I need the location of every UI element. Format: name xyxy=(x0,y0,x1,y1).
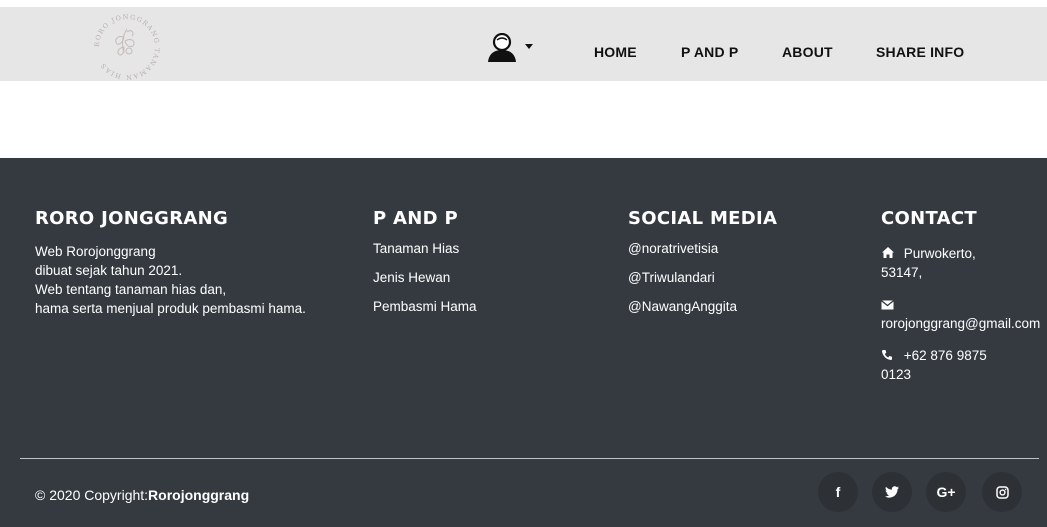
nav-share-info[interactable]: SHARE INFO xyxy=(876,44,964,60)
address-line: Purwokerto, xyxy=(903,246,976,261)
chevron-down-icon xyxy=(525,44,533,49)
address-line: 53147, xyxy=(881,265,923,280)
google-plus-button[interactable]: G+ xyxy=(926,472,966,512)
brand-logo[interactable]: RORO JONGGRANG TANAMAN HIAS xyxy=(87,7,167,85)
link-social-1[interactable]: @noratrivetisia xyxy=(628,241,777,256)
svg-text:RORO JONGGRANG TANAMAN HIAS: RORO JONGGRANG TANAMAN HIAS xyxy=(93,13,161,81)
about-line: dibuat sejak tahun 2021. xyxy=(35,263,183,278)
phone-icon xyxy=(882,350,892,360)
link-social-2[interactable]: @Triwulandari xyxy=(628,270,777,285)
nav-p-and-p[interactable]: P AND P xyxy=(681,44,738,60)
envelope-icon xyxy=(881,300,894,310)
copyright-brand[interactable]: Rorojonggrang xyxy=(148,487,249,503)
contact-email: rorojonggrang@gmail.com xyxy=(881,295,1040,333)
footer-about: RORO JONGGRANG Web Rorojonggrang dibuat … xyxy=(35,208,306,318)
footer-about-text: Web Rorojonggrang dibuat sejak tahun 202… xyxy=(35,242,306,318)
footer-pandp: P AND P Tanaman Hias Jenis Hewan Pembasm… xyxy=(373,208,477,328)
home-icon xyxy=(882,247,894,258)
footer-divider xyxy=(20,458,1039,459)
link-jenis-hewan[interactable]: Jenis Hewan xyxy=(373,270,477,285)
footer-about-title: RORO JONGGRANG xyxy=(35,208,229,229)
user-avatar-icon xyxy=(488,32,533,62)
twitter-button[interactable] xyxy=(872,472,912,512)
about-line: Web Rorojonggrang xyxy=(35,244,156,259)
nav-home[interactable]: HOME xyxy=(594,44,637,60)
contact-phone: +62 876 9875 0123 xyxy=(881,346,1040,384)
navbar: RORO JONGGRANG TANAMAN HIAS HOME P AND P… xyxy=(0,7,1047,81)
footer-contact-title: CONTACT xyxy=(881,208,977,229)
footer: RORO JONGGRANG Web Rorojonggrang dibuat … xyxy=(0,158,1047,527)
footer-social-title: SOCIAL MEDIA xyxy=(628,208,778,229)
footer-pandp-title: P AND P xyxy=(373,208,458,229)
google-plus-icon: G+ xyxy=(936,484,956,500)
twitter-icon xyxy=(885,486,899,498)
copyright-prefix: © 2020 Copyright: xyxy=(35,487,149,503)
about-line: Web tentang tanaman hias dan, xyxy=(35,282,227,297)
user-menu-dropdown[interactable] xyxy=(487,32,537,69)
phone-number: 0123 xyxy=(881,367,912,382)
facebook-icon: f xyxy=(835,484,841,500)
nav-about[interactable]: ABOUT xyxy=(782,44,833,60)
link-tanaman-hias[interactable]: Tanaman Hias xyxy=(373,241,477,256)
copyright: © 2020 Copyright:Rorojonggrang xyxy=(35,487,249,503)
instagram-icon xyxy=(995,485,1009,499)
link-pembasmi-hama[interactable]: Pembasmi Hama xyxy=(373,299,477,314)
about-line: hama serta menjual produk pembasmi hama. xyxy=(35,301,306,316)
footer-contact: CONTACT Purwokerto, 53147, rorojonggrang… xyxy=(881,208,1040,384)
link-social-3[interactable]: @NawangAnggita xyxy=(628,299,777,314)
facebook-button[interactable]: f xyxy=(818,472,858,512)
contact-address: Purwokerto, 53147, xyxy=(881,244,1040,282)
instagram-button[interactable] xyxy=(982,472,1022,512)
footer-social: SOCIAL MEDIA @noratrivetisia @Triwulanda… xyxy=(628,208,777,328)
phone-number: +62 876 9875 xyxy=(903,348,987,363)
email-address[interactable]: rorojonggrang@gmail.com xyxy=(881,314,1040,333)
